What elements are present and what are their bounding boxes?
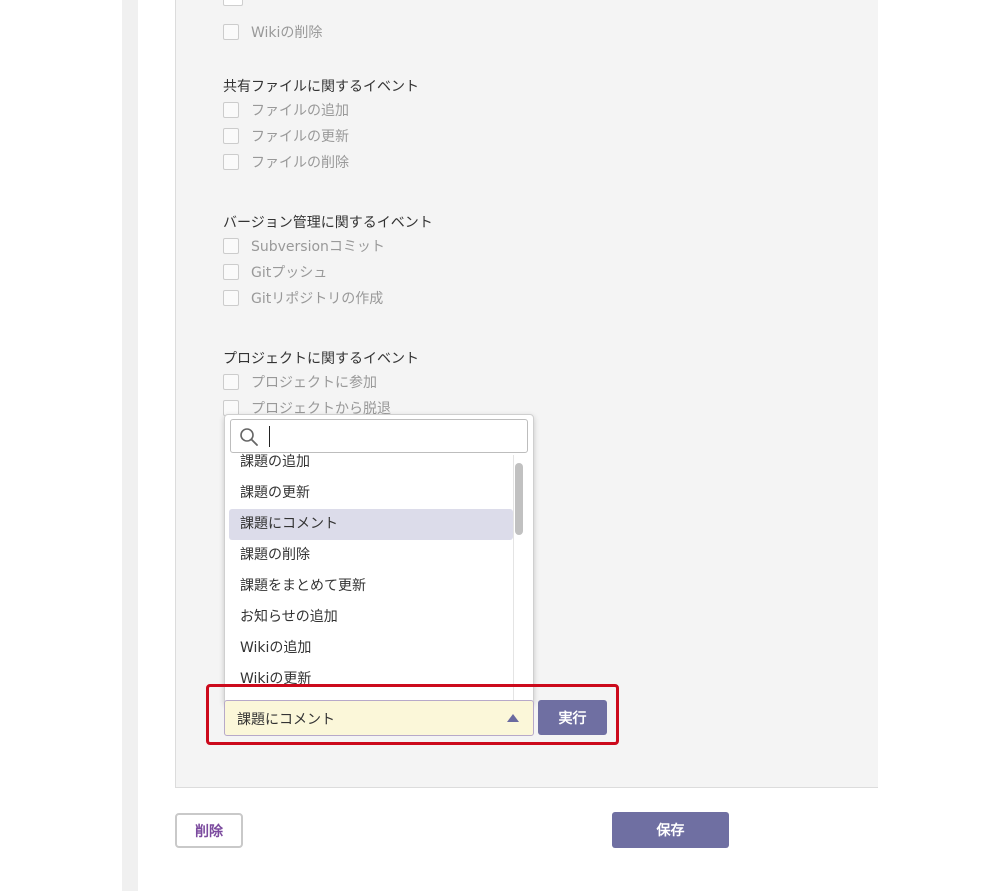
checkbox[interactable] xyxy=(223,290,239,306)
dropdown-option[interactable]: お知らせの追加 xyxy=(229,602,513,633)
dropdown-search-box[interactable] xyxy=(230,419,528,453)
execute-button[interactable]: 実行 xyxy=(538,700,607,735)
checkbox[interactable] xyxy=(223,154,239,170)
checkbox-row[interactable]: ファイルの追加 xyxy=(223,97,419,123)
version-control-events-section: バージョン管理に関するイベント Subversionコミット Gitプッシュ G… xyxy=(223,213,433,311)
dropdown-options-list[interactable]: 課題の追加 課題の更新 課題にコメント 課題の削除 課題をまとめて更新 お知らせ… xyxy=(229,451,513,701)
checkbox[interactable] xyxy=(223,238,239,254)
dropdown-option[interactable]: 課題の追加 xyxy=(229,451,513,478)
checkbox-partial[interactable] xyxy=(223,0,243,6)
dropdown-option[interactable]: 課題の更新 xyxy=(229,478,513,509)
dropdown-option[interactable]: 課題をまとめて更新 xyxy=(229,571,513,602)
checkbox-row[interactable]: Gitプッシュ xyxy=(223,259,433,285)
checkbox-label: プロジェクトに参加 xyxy=(251,375,377,391)
save-button[interactable]: 保存 xyxy=(612,812,729,848)
scrollbar-thumb[interactable] xyxy=(515,463,523,535)
dropdown-option[interactable]: Wikiの追加 xyxy=(229,633,513,664)
event-dropdown: 課題の追加 課題の更新 課題にコメント 課題の削除 課題をまとめて更新 お知らせ… xyxy=(224,414,534,704)
checkbox-label: Gitプッシュ xyxy=(251,265,328,281)
checkbox-row[interactable]: Wikiの削除 xyxy=(223,19,322,45)
checkbox-row[interactable]: Subversionコミット xyxy=(223,233,433,259)
scrollbar-track xyxy=(513,455,514,701)
text-caret xyxy=(269,426,270,447)
checkbox-row[interactable]: プロジェクトに参加 xyxy=(223,369,419,395)
checkbox-label: ファイルの削除 xyxy=(251,155,349,171)
dropdown-search-input[interactable] xyxy=(267,424,517,448)
checkbox-label: ファイルの追加 xyxy=(251,103,349,119)
shared-file-events-section: 共有ファイルに関するイベント ファイルの追加 ファイルの更新 ファイルの削除 xyxy=(223,77,419,175)
event-select[interactable]: 課題にコメント xyxy=(224,700,534,736)
wiki-events-section: Wikiの削除 xyxy=(223,19,322,45)
checkbox[interactable] xyxy=(223,374,239,390)
checkbox-label: Gitリポジトリの作成 xyxy=(251,291,384,307)
dropdown-option[interactable]: 課題の削除 xyxy=(229,540,513,571)
checkbox[interactable] xyxy=(223,128,239,144)
checkbox-row[interactable]: ファイルの更新 xyxy=(223,123,419,149)
checkbox-label: Wikiの削除 xyxy=(251,25,323,41)
caret-up-icon xyxy=(507,714,519,722)
dropdown-option-highlighted[interactable]: 課題にコメント xyxy=(229,509,513,540)
section-title: 共有ファイルに関するイベント xyxy=(223,79,419,95)
checkbox-label: Subversionコミット xyxy=(251,239,385,255)
checkbox-label: ファイルの更新 xyxy=(251,129,349,145)
checkbox-row[interactable]: ファイルの削除 xyxy=(223,149,419,175)
search-icon xyxy=(240,428,258,446)
select-value: 課題にコメント xyxy=(237,712,335,728)
delete-button[interactable]: 削除 xyxy=(175,813,243,848)
checkbox[interactable] xyxy=(223,24,239,40)
left-sidebar-strip xyxy=(122,0,138,891)
checkbox-row[interactable]: Gitリポジトリの作成 xyxy=(223,285,433,311)
section-title: プロジェクトに関するイベント xyxy=(223,351,419,367)
project-events-section: プロジェクトに関するイベント プロジェクトに参加 プロジェクトから脱退 xyxy=(223,349,419,421)
checkbox[interactable] xyxy=(223,264,239,280)
checkbox[interactable] xyxy=(223,102,239,118)
section-title: バージョン管理に関するイベント xyxy=(223,215,433,231)
